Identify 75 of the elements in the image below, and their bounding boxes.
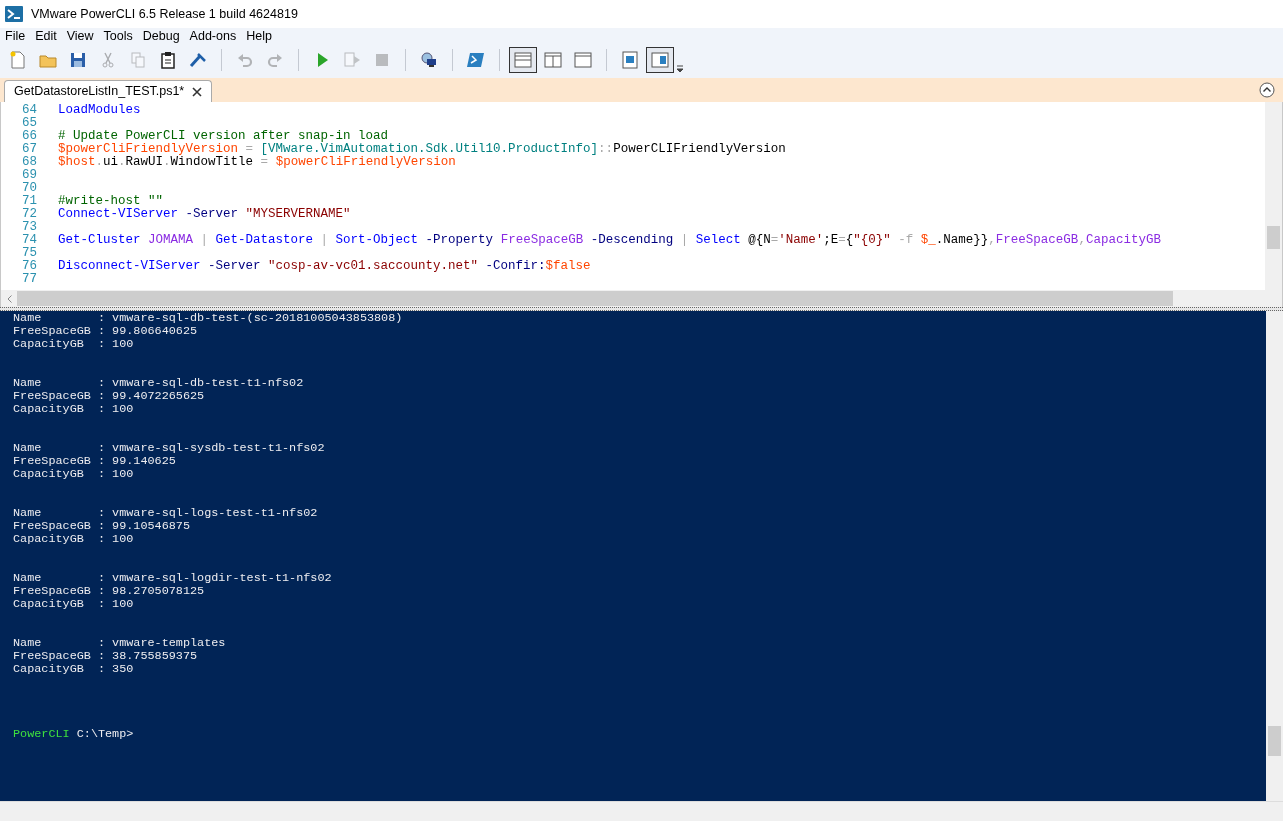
run-selection-icon — [342, 50, 362, 70]
window-icon — [573, 50, 593, 70]
command-pane-button[interactable] — [646, 47, 674, 73]
horizontal-scrollbar[interactable] — [0, 290, 1283, 307]
menu-item[interactable]: Debug — [137, 28, 185, 45]
powershell-icon — [466, 50, 486, 70]
console-line: Name : vmware-sql-db-test-(sc-20181005043853808) — [13, 312, 404, 325]
remote-computer-icon — [419, 50, 439, 70]
command-pane-icon — [650, 50, 670, 70]
console-line: Name : vmware-sql-logdir-test-t1-nfs02 — [13, 572, 333, 585]
vertical-scrollbar[interactable] — [1266, 311, 1283, 801]
scroll-thumb[interactable] — [1267, 226, 1280, 249]
line-number: 71 — [21, 195, 37, 208]
code-line: Connect-VIServer -Server "MYSERVERNAME" — [58, 208, 351, 221]
code-line: $host.ui.RawUI.WindowTitle = $powerCliFriendlyVersion — [58, 156, 456, 169]
split-horizontal-button[interactable] — [509, 47, 537, 73]
code-line: Get-Cluster JOMAMA | Get-Datastore | Sort-Object -Property FreeSpaceGB -Descending | Select @{N='Name';E={"{0}" -f $_.Name}},FreeSpaceGB,CapacityGB — [58, 234, 1161, 247]
menu-item[interactable]: Add-ons — [184, 28, 242, 45]
vertical-scrollbar[interactable] — [1265, 102, 1282, 290]
clipboard-icon — [158, 50, 178, 70]
code-line: #write-host "" — [58, 195, 164, 208]
code-line: LoadModules — [58, 104, 141, 117]
line-number: 66 — [21, 130, 37, 143]
scroll-thumb[interactable] — [17, 291, 1173, 306]
console-line: FreeSpaceGB : 38.755859375 — [13, 650, 199, 663]
console-line: Name : vmware-sql-logs-test-t1-nfs02 — [13, 507, 319, 520]
tab-label: GetDatastoreListIn_TEST.ps1* — [14, 83, 185, 101]
close-icon[interactable] — [192, 86, 203, 97]
collapse-icon[interactable] — [1259, 82, 1275, 98]
menu-item[interactable]: View — [61, 28, 99, 45]
console-line: FreeSpaceGB : 99.4072265625 — [13, 390, 206, 403]
copy-icon — [128, 50, 148, 70]
console-line: CapacityGB : 100 — [13, 338, 135, 351]
app-icon — [5, 6, 23, 22]
overflow-icon[interactable] — [676, 65, 684, 73]
menu-item[interactable]: File — [0, 28, 31, 45]
file-tab[interactable]: GetDatastoreListIn_TEST.ps1* — [4, 80, 213, 102]
line-number: 73 — [21, 221, 37, 234]
console-line: FreeSpaceGB : 99.140625 — [13, 455, 177, 468]
console-line: CapacityGB : 100 — [13, 403, 135, 416]
split-horizontal-icon — [513, 50, 533, 70]
window-title: VMware PowerCLI 6.5 Release 1 build 4624819 — [31, 5, 298, 23]
line-number: 74 — [21, 234, 37, 247]
console-line: Name : vmware-sql-sysdb-test-t1-nfs02 — [13, 442, 326, 455]
console-line: CapacityGB : 350 — [13, 663, 135, 676]
code-line: Disconnect-VIServer -Server "cosp-av-vc01.saccounty.net" -Confir:$false — [58, 260, 591, 273]
line-number: 65 — [21, 117, 37, 130]
chevron-left-icon[interactable] — [6, 294, 12, 303]
console-line: FreeSpaceGB : 99.806640625 — [13, 325, 199, 338]
menu-item[interactable]: Help — [241, 28, 277, 45]
console-line: FreeSpaceGB : 98.2705078125 — [13, 585, 206, 598]
document-icon — [8, 50, 28, 70]
code-line: $powerCliFriendlyVersion = [VMware.VimAutomation.Sdk.Util10.ProductInfo]::PowerCLIFriendlyVersion — [58, 143, 786, 156]
console-line: CapacityGB : 100 — [13, 598, 135, 611]
line-number: 70 — [21, 182, 37, 195]
console-line: CapacityGB : 100 — [13, 533, 135, 546]
console-line: CapacityGB : 100 — [13, 468, 135, 481]
line-number: 67 — [21, 143, 37, 156]
line-number: 72 — [21, 208, 37, 221]
code-line: # Update PowerCLI version after snap-in load — [58, 130, 389, 143]
line-number: 77 — [21, 273, 37, 286]
split-vertical-icon — [543, 50, 563, 70]
console-prompt[interactable]: PowerCLI C:\Temp> — [13, 728, 1266, 741]
menu-item[interactable]: Edit — [30, 28, 62, 45]
menu-item[interactable]: Tools — [98, 28, 138, 45]
line-number: 76 — [21, 260, 37, 273]
line-number: 68 — [21, 156, 37, 169]
line-number: 69 — [21, 169, 37, 182]
line-number: 75 — [21, 247, 37, 260]
console-line: Name : vmware-sql-db-test-t1-nfs02 — [13, 377, 305, 390]
console-line: Name : vmware-templates — [13, 637, 227, 650]
console-line: FreeSpaceGB : 99.10546875 — [13, 520, 191, 533]
line-number: 64 — [21, 104, 37, 117]
script-pane-icon — [620, 50, 640, 70]
scroll-thumb[interactable] — [1268, 726, 1281, 756]
